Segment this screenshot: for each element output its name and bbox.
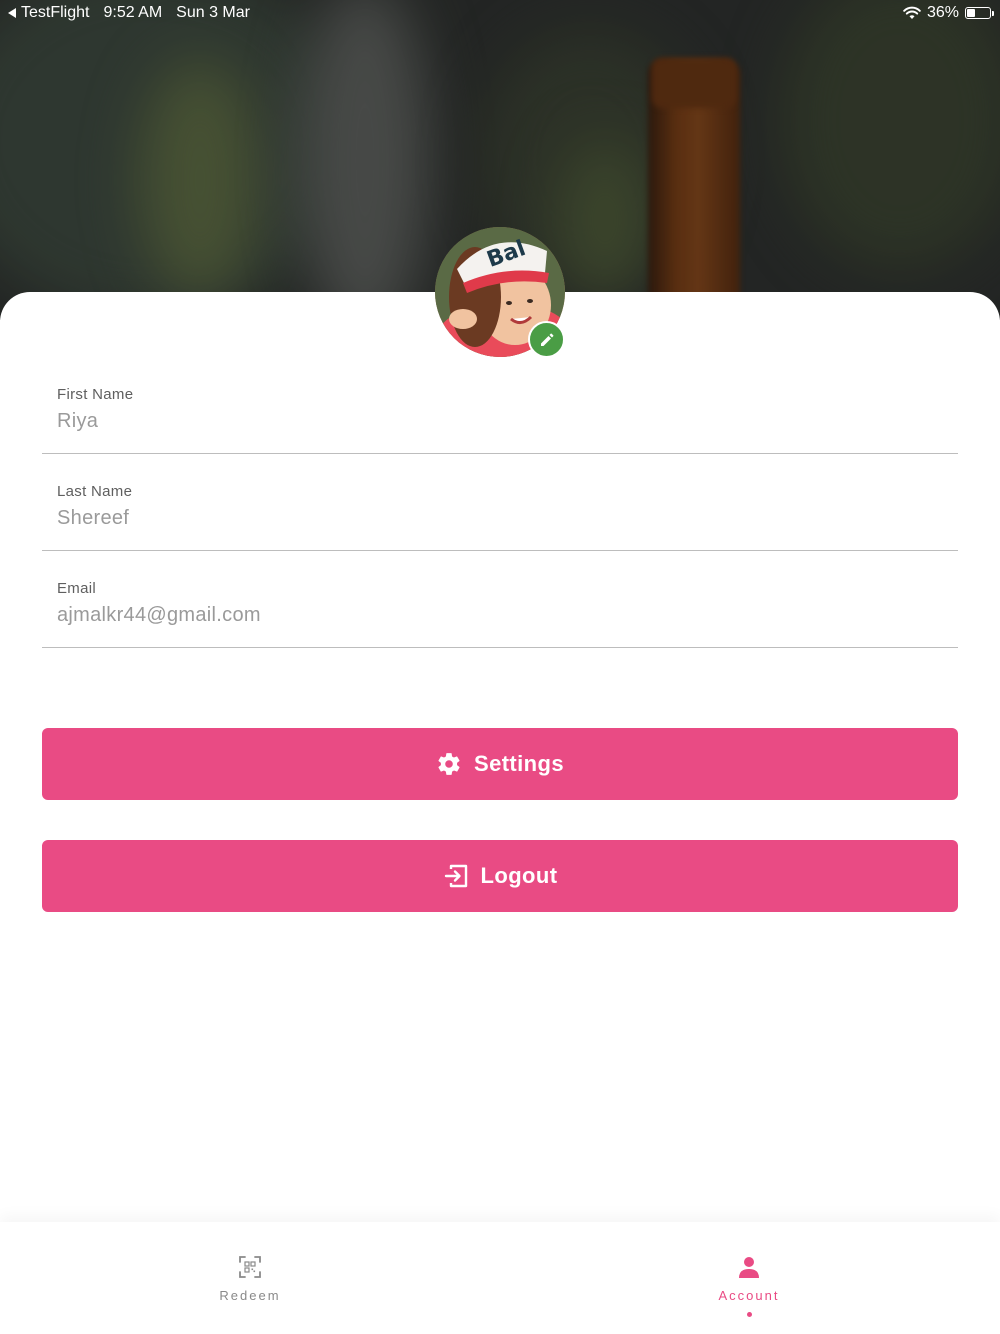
back-app-label: TestFlight xyxy=(21,4,90,21)
status-date: Sun 3 Mar xyxy=(176,4,250,21)
last-name-value[interactable]: Shereef xyxy=(57,507,129,530)
status-bar: TestFlight 9:52 AM Sun 3 Mar 36% xyxy=(0,0,1000,26)
settings-button-label: Settings xyxy=(474,751,564,776)
last-name-field[interactable]: Last Name Shereef xyxy=(42,469,958,551)
status-time: 9:52 AM xyxy=(103,4,163,21)
active-tab-indicator xyxy=(746,1312,752,1317)
tab-redeem[interactable]: Redeem xyxy=(0,1222,500,1334)
battery-percent: 36% xyxy=(926,4,959,21)
tab-redeem-label: Redeem xyxy=(219,1288,281,1303)
email-value[interactable]: ajmalkr44@gmail.com xyxy=(57,604,261,627)
user-icon xyxy=(737,1252,761,1282)
battery-icon xyxy=(965,7,991,19)
logout-button-label: Logout xyxy=(480,863,558,888)
email-field[interactable]: Email ajmalkr44@gmail.com xyxy=(42,566,958,648)
qr-code-icon xyxy=(238,1252,262,1282)
pencil-icon xyxy=(540,333,553,346)
tab-account[interactable]: Account xyxy=(499,1222,999,1334)
settings-button[interactable]: Settings xyxy=(42,728,958,800)
first-name-label: First Name xyxy=(57,386,134,403)
first-name-value[interactable]: Riya xyxy=(57,410,98,433)
email-label: Email xyxy=(57,580,97,597)
bottom-tab-bar: Redeem Account xyxy=(0,1222,1000,1334)
tab-account-label: Account xyxy=(718,1288,780,1303)
gear-icon xyxy=(436,751,462,777)
back-arrow-icon xyxy=(8,8,16,18)
logout-button[interactable]: Logout xyxy=(42,840,958,912)
last-name-label: Last Name xyxy=(57,483,133,500)
logout-icon xyxy=(443,863,469,889)
wifi-icon xyxy=(903,6,921,19)
back-to-app-link[interactable]: TestFlight xyxy=(8,4,89,22)
first-name-field[interactable]: First Name Riya xyxy=(42,372,958,454)
edit-avatar-button[interactable] xyxy=(528,321,565,358)
